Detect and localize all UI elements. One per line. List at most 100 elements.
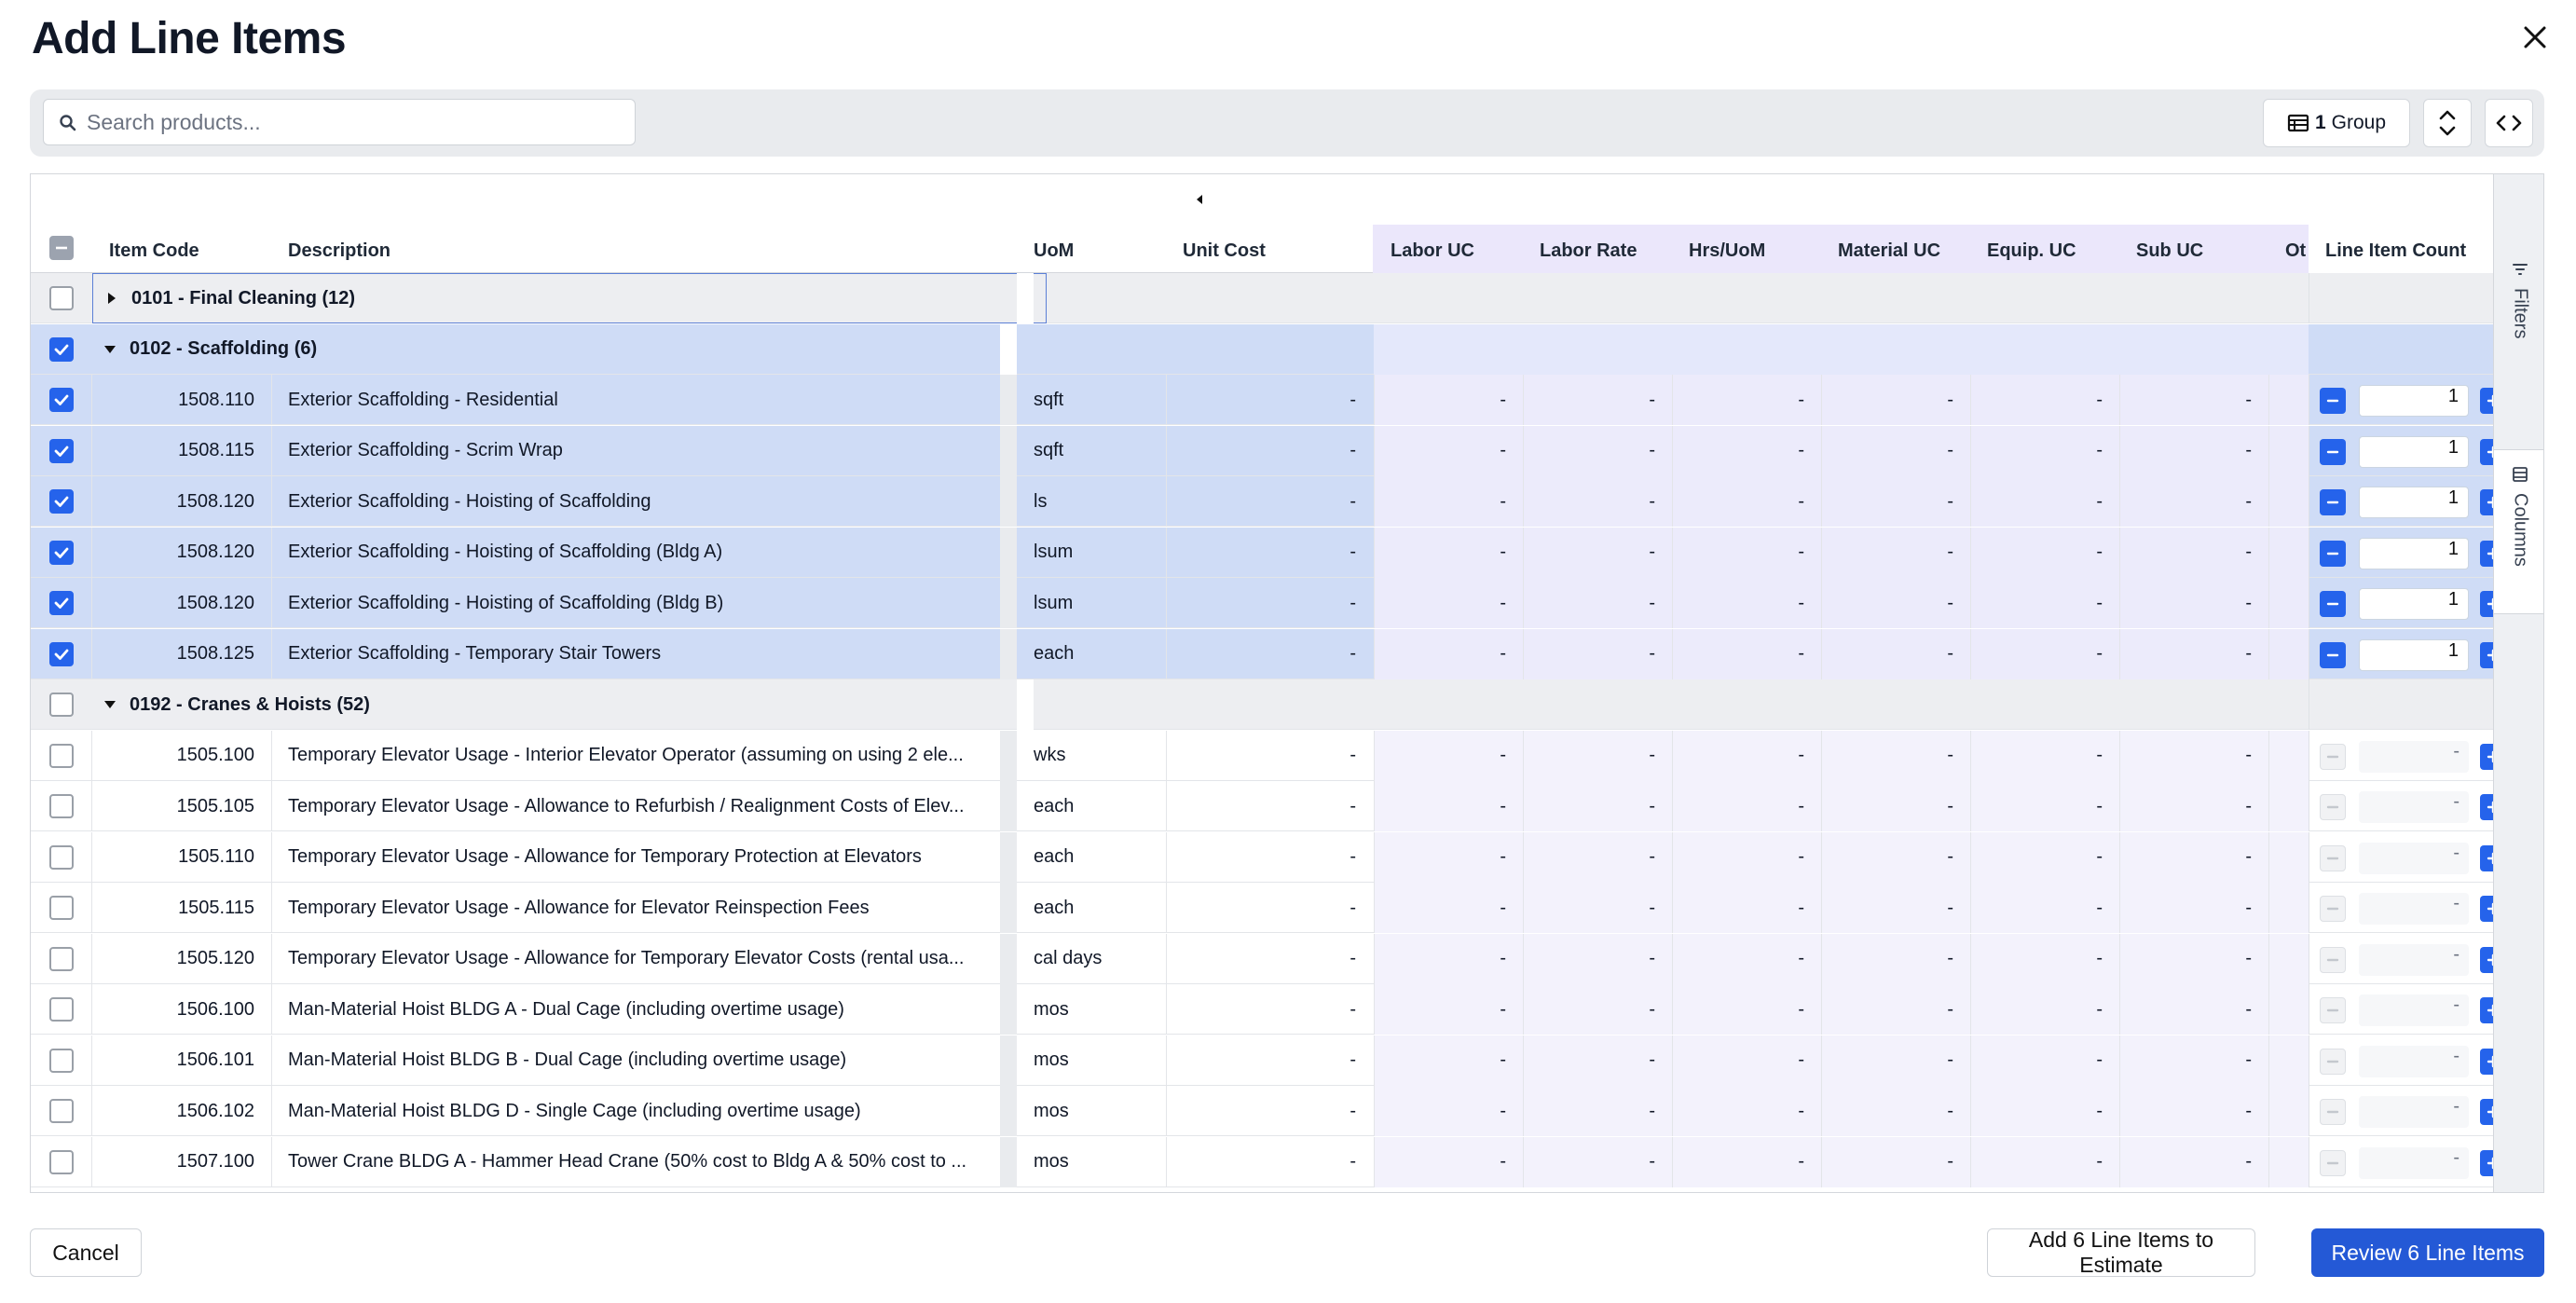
col-labor-uc[interactable]: Labor UC — [1374, 225, 1523, 273]
col-material-uc[interactable]: Material UC — [1821, 225, 1970, 273]
decrement-button[interactable] — [2320, 1048, 2346, 1075]
description-cell: Man-Material Hoist BLDG B - Dual Cage (i… — [288, 1049, 847, 1070]
row-checkbox[interactable] — [49, 641, 74, 666]
table-row[interactable]: 1508.110 Exterior Scaffolding - Residenti… — [31, 375, 2543, 425]
decrement-button[interactable] — [2320, 540, 2346, 567]
decrement-button[interactable] — [2320, 489, 2346, 515]
col-unit-cost[interactable]: Unit Cost — [1166, 174, 1373, 273]
filters-tab[interactable]: Filters — [2494, 245, 2543, 450]
table-row[interactable]: 1508.125 Exterior Scaffolding - Temporary… — [31, 628, 2543, 679]
row-checkbox[interactable] — [49, 794, 74, 818]
quantity-value[interactable]: 1 — [2359, 487, 2469, 518]
collapse-left-icon[interactable] — [1192, 191, 1209, 208]
search-input[interactable] — [87, 100, 618, 144]
group-checkbox[interactable] — [49, 336, 74, 362]
add-to-estimate-button[interactable]: Add 6 Line Items to Estimate — [1987, 1228, 2255, 1277]
group-label[interactable]: 0192 - Cranes & Hoists (52) — [103, 679, 370, 730]
decrement-button[interactable] — [2320, 743, 2346, 770]
quantity-value[interactable]: 1 — [2359, 638, 2469, 671]
col-sub-uc[interactable]: Sub UC — [2119, 225, 2268, 273]
expand-rows-button[interactable] — [2423, 99, 2472, 147]
row-checkbox[interactable] — [49, 1048, 74, 1073]
quantity-value[interactable]: - — [2359, 740, 2469, 773]
col-item-code[interactable]: Item Code — [92, 174, 269, 273]
caret-down-icon[interactable] — [103, 698, 116, 711]
row-checkbox[interactable] — [49, 844, 74, 870]
quantity-value[interactable]: 1 — [2359, 385, 2469, 417]
col-labor-rate[interactable]: Labor Rate — [1523, 225, 1672, 273]
quantity-value[interactable]: - — [2359, 994, 2469, 1026]
table-row[interactable]: 1505.115 Temporary Elevator Usage - Allow… — [31, 883, 2543, 933]
table-row[interactable]: 1508.120 Exterior Scaffolding - Hoisting … — [31, 578, 2543, 628]
group-label[interactable]: 0102 - Scaffolding (6) — [103, 324, 317, 375]
table-row[interactable]: 1507.100 Tower Crane BLDG A - Hammer Head… — [31, 1136, 2543, 1187]
decrement-button[interactable] — [2320, 1149, 2346, 1176]
decrement-button[interactable] — [2320, 844, 2346, 871]
row-checkbox[interactable] — [49, 946, 74, 971]
row-checkbox[interactable] — [49, 1149, 74, 1174]
caret-down-icon[interactable] — [103, 343, 116, 356]
quantity-value[interactable]: 1 — [2359, 588, 2469, 620]
quantity-value[interactable]: - — [2359, 1146, 2469, 1179]
quantity-value[interactable]: - — [2359, 893, 2469, 925]
group-button[interactable]: 1 Group — [2263, 99, 2410, 147]
cancel-button[interactable]: Cancel — [30, 1228, 142, 1277]
row-checkbox[interactable] — [49, 997, 74, 1022]
decrement-button[interactable] — [2320, 641, 2346, 668]
table-row[interactable]: 1506.102 Man-Material Hoist BLDG D - Sing… — [31, 1086, 2543, 1136]
close-button[interactable] — [2516, 19, 2554, 56]
row-checkbox[interactable] — [49, 1099, 74, 1123]
table-row[interactable]: 1508.115 Exterior Scaffolding - Scrim Wra… — [31, 425, 2543, 476]
caret-right-icon[interactable] — [105, 292, 118, 305]
row-checkbox[interactable] — [49, 540, 74, 565]
quantity-value[interactable]: 1 — [2359, 537, 2469, 569]
decrement-button[interactable] — [2320, 946, 2346, 973]
group-checkbox[interactable] — [49, 286, 74, 310]
code-view-button[interactable] — [2485, 99, 2533, 147]
col-line-item-count[interactable]: Line Item Count — [2309, 174, 2493, 273]
decrement-button[interactable] — [2320, 896, 2346, 922]
row-checkbox[interactable] — [49, 489, 74, 514]
table-row[interactable]: 1508.120 Exterior Scaffolding - Hoisting … — [31, 476, 2543, 527]
decrement-button[interactable] — [2320, 438, 2346, 465]
decrement-button[interactable] — [2320, 794, 2346, 820]
col-other-uc[interactable]: Ot — [2268, 225, 2309, 273]
quantity-value[interactable]: - — [2359, 842, 2469, 874]
col-description[interactable]: Description — [271, 174, 1035, 273]
col-equip-uc[interactable]: Equip. UC — [1970, 225, 2119, 273]
decrement-button[interactable] — [2320, 1099, 2346, 1125]
group-row[interactable]: 0102 - Scaffolding (6) — [31, 323, 2543, 375]
quantity-value[interactable]: - — [2359, 1096, 2469, 1128]
row-checkbox[interactable] — [49, 743, 74, 768]
group-row[interactable]: 0192 - Cranes & Hoists (52) — [31, 679, 2543, 730]
other-uc-cell — [2268, 476, 2309, 527]
col-hrs-uom[interactable]: Hrs/UoM — [1672, 225, 1821, 273]
equip-uc-cell: - — [1970, 1136, 2119, 1187]
table-row[interactable]: 1506.101 Man-Material Hoist BLDG B - Dual… — [31, 1035, 2543, 1086]
group-checkbox[interactable] — [49, 693, 74, 717]
decrement-button[interactable] — [2320, 388, 2346, 414]
table-row[interactable]: 1505.105 Temporary Elevator Usage - Allow… — [31, 781, 2543, 831]
row-checkbox[interactable] — [49, 896, 74, 920]
select-all-checkbox[interactable] — [49, 236, 74, 260]
quantity-value[interactable]: - — [2359, 943, 2469, 976]
columns-tab[interactable]: Columns — [2494, 450, 2543, 614]
review-line-items-button[interactable]: Review 6 Line Items — [2311, 1228, 2544, 1277]
row-checkbox[interactable] — [49, 388, 74, 412]
decrement-button[interactable] — [2320, 591, 2346, 617]
quantity-value[interactable]: 1 — [2359, 435, 2469, 468]
group-row[interactable]: 0101 - Final Cleaning (12) — [31, 273, 2543, 323]
decrement-button[interactable] — [2320, 997, 2346, 1023]
row-checkbox[interactable] — [49, 591, 74, 615]
col-uom[interactable]: UoM — [1017, 174, 1166, 273]
table-row[interactable]: 1505.100 Temporary Elevator Usage - Inter… — [31, 730, 2543, 781]
table-row[interactable]: 1506.100 Man-Material Hoist BLDG A - Dual… — [31, 984, 2543, 1035]
quantity-value[interactable]: - — [2359, 1045, 2469, 1077]
table-row[interactable]: 1505.120 Temporary Elevator Usage - Allow… — [31, 933, 2543, 984]
quantity-value[interactable]: - — [2359, 791, 2469, 823]
table-row[interactable]: 1505.110 Temporary Elevator Usage - Allow… — [31, 831, 2543, 883]
row-checkbox[interactable] — [49, 438, 74, 463]
minus-icon — [2326, 805, 2339, 809]
table-row[interactable]: 1508.120 Exterior Scaffolding - Hoisting … — [31, 527, 2543, 578]
group-label[interactable]: 0101 - Final Cleaning (12) — [105, 273, 355, 323]
